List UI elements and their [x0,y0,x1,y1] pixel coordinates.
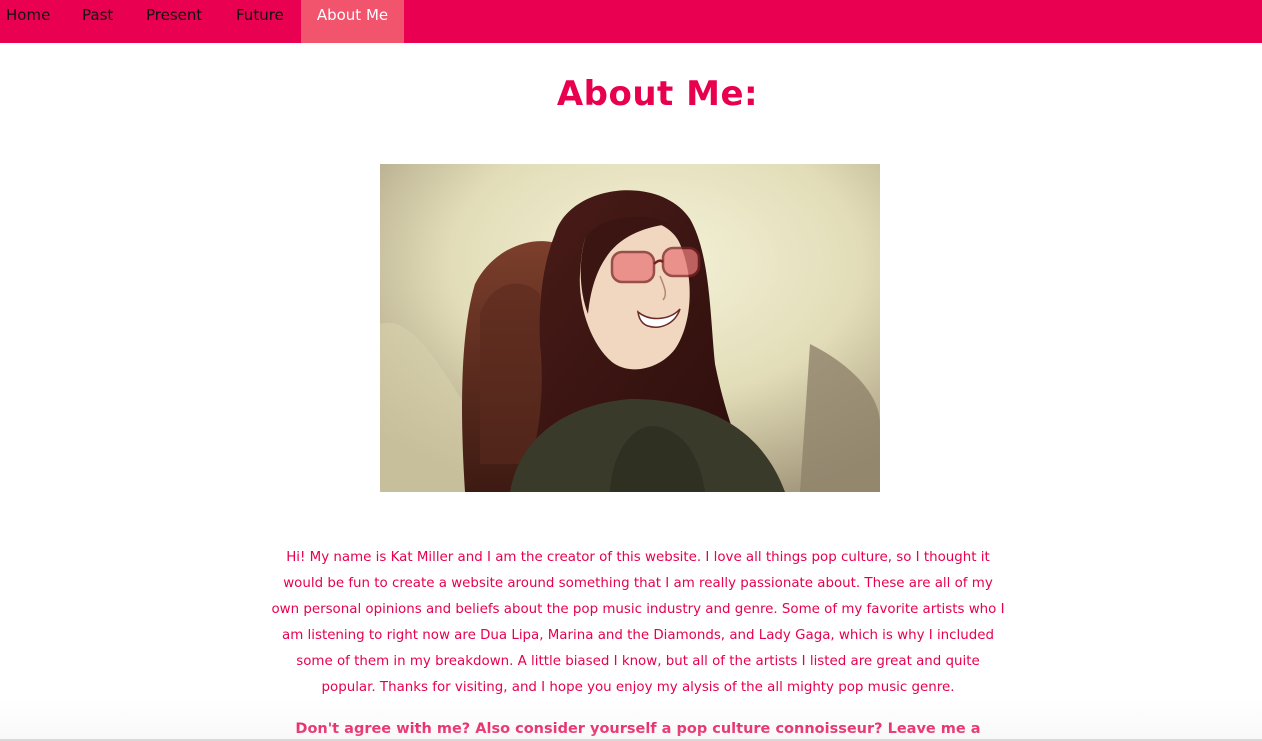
nav-past[interactable]: Past [82,0,146,43]
cta-text: Don't agree with me? Also consider yours… [295,721,981,737]
nav-present[interactable]: Present [146,0,236,43]
portrait-image [380,164,880,492]
top-nav: Home Past Present Future About Me [0,0,1262,43]
bio-paragraph: Hi! My name is Kat Miller and I am the c… [271,550,1005,695]
page-title: About Me: [556,74,759,114]
nav-home[interactable]: Home [0,0,82,43]
nav-about-me[interactable]: About Me [301,0,404,43]
nav-future[interactable]: Future [236,0,301,43]
